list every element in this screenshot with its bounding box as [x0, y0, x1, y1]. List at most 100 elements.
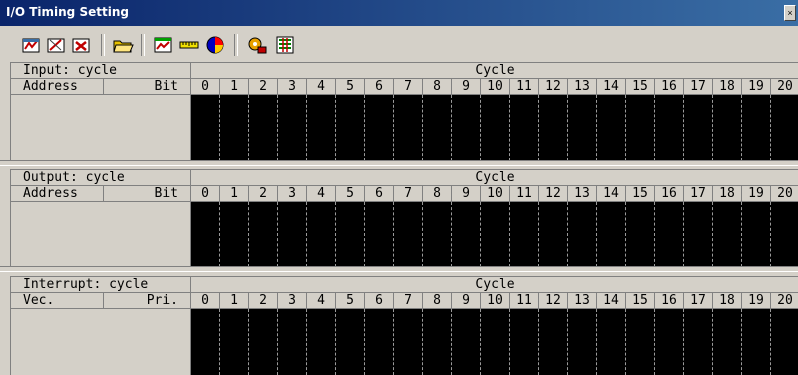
cycle-gridline	[248, 309, 249, 375]
output-bit-header[interactable]: Bit	[104, 186, 191, 202]
cycle-number-10: 10	[481, 293, 510, 309]
interrupt-icon[interactable]	[274, 34, 296, 56]
window-control-button[interactable]: ×	[784, 5, 796, 21]
cycle-number-5: 5	[336, 79, 365, 95]
new-input-icon[interactable]	[20, 34, 42, 56]
io-timing-window: I/O Timing Setting × Input: cycle Cycle …	[0, 0, 798, 375]
output-signal-list[interactable]	[11, 202, 191, 267]
cycle-number-17: 17	[684, 293, 713, 309]
cycle-number-1: 1	[220, 186, 249, 202]
cycle-gridline	[422, 95, 423, 161]
cycle-gridline	[770, 202, 771, 267]
interrupt-signal-list[interactable]	[11, 309, 191, 375]
toolbar	[0, 26, 798, 62]
interrupt-panel-title: Interrupt: cycle	[11, 277, 191, 293]
interrupt-timing-area[interactable]	[191, 309, 798, 375]
cycle-number-4: 4	[307, 293, 336, 309]
cycle-gridline	[567, 202, 568, 267]
cycle-gridline	[625, 309, 626, 375]
cycle-number-6: 6	[365, 293, 394, 309]
cycle-gridline	[422, 202, 423, 267]
cycle-number-19: 19	[742, 293, 771, 309]
input-panel-title: Input: cycle	[11, 63, 191, 79]
cycle-number-18: 18	[713, 79, 742, 95]
cycle-gridline	[596, 309, 597, 375]
input-address-header[interactable]: Address	[11, 79, 104, 95]
interrupt-vec-header[interactable]: Vec.	[11, 293, 104, 309]
cycle-number-8: 8	[423, 79, 452, 95]
edit-input-icon[interactable]	[45, 34, 67, 56]
cycle-gridline	[741, 202, 742, 267]
cycle-number-9: 9	[452, 186, 481, 202]
cycle-gridline	[219, 95, 220, 161]
cycle-gridline	[277, 309, 278, 375]
interrupt-pri-header[interactable]: Pri.	[104, 293, 191, 309]
open-folder-icon[interactable]	[112, 34, 134, 56]
cycle-number-20: 20	[771, 186, 798, 202]
cycle-gridline	[683, 202, 684, 267]
cycle-gridline	[335, 202, 336, 267]
cycle-number-13: 13	[568, 293, 597, 309]
input-timing-area[interactable]	[191, 95, 798, 161]
cycle-gridline	[654, 95, 655, 161]
cycle-number-5: 5	[336, 293, 365, 309]
cycle-number-12: 12	[539, 293, 568, 309]
cycle-gridline	[451, 95, 452, 161]
title-bar[interactable]: I/O Timing Setting ×	[0, 0, 798, 26]
cycle-gridline	[451, 202, 452, 267]
cycle-number-4: 4	[307, 186, 336, 202]
cycle-gridline	[480, 95, 481, 161]
output-timing-area[interactable]	[191, 202, 798, 267]
cycle-number-9: 9	[452, 293, 481, 309]
cycle-gridline	[248, 202, 249, 267]
output-panel-title: Output: cycle	[11, 170, 191, 186]
cycle-number-1: 1	[220, 79, 249, 95]
cycle-number-11: 11	[510, 79, 539, 95]
cycle-number-11: 11	[510, 186, 539, 202]
cycle-number-2: 2	[249, 186, 278, 202]
cycle-number-11: 11	[510, 293, 539, 309]
cycle-gridline	[509, 309, 510, 375]
cycle-number-2: 2	[249, 293, 278, 309]
cycle-gridline	[683, 309, 684, 375]
cycle-number-19: 19	[742, 79, 771, 95]
cycle-number-20: 20	[771, 293, 798, 309]
cycle-gridline	[683, 95, 684, 161]
cycle-number-13: 13	[568, 79, 597, 95]
cycle-gridline	[451, 309, 452, 375]
panel-splitter[interactable]	[0, 266, 798, 272]
panel-splitter[interactable]	[0, 160, 798, 166]
toolbar-separator	[141, 34, 145, 56]
cycle-number-7: 7	[394, 79, 423, 95]
cycle-gridline	[509, 202, 510, 267]
cycle-gridline	[335, 309, 336, 375]
chart-icon[interactable]	[152, 34, 174, 56]
window-title: I/O Timing Setting	[6, 5, 129, 19]
delete-input-icon[interactable]	[70, 34, 92, 56]
cycle-gridline	[712, 309, 713, 375]
cycle-number-17: 17	[684, 186, 713, 202]
cycle-gridline	[219, 309, 220, 375]
ruler-icon[interactable]	[178, 34, 200, 56]
cycle-number-12: 12	[539, 79, 568, 95]
cycle-gridline	[625, 202, 626, 267]
cycle-number-15: 15	[626, 186, 655, 202]
cycle-gridline	[596, 202, 597, 267]
cycle-gridline	[277, 202, 278, 267]
settings-icon[interactable]	[246, 34, 268, 56]
input-signal-list[interactable]	[11, 95, 191, 161]
cycle-number-20: 20	[771, 79, 798, 95]
cycle-number-6: 6	[365, 186, 394, 202]
cycle-number-13: 13	[568, 186, 597, 202]
cycle-gridline	[364, 202, 365, 267]
cycle-gridline	[567, 309, 568, 375]
cycle-number-18: 18	[713, 186, 742, 202]
cycle-gridline	[248, 95, 249, 161]
cycle-gridline	[335, 95, 336, 161]
interrupt-cycle-header: Cycle	[191, 277, 798, 293]
input-bit-header[interactable]: Bit	[104, 79, 191, 95]
cycle-number-12: 12	[539, 186, 568, 202]
cycle-number-16: 16	[655, 186, 684, 202]
pie-chart-icon[interactable]	[204, 34, 226, 56]
output-address-header[interactable]: Address	[11, 186, 104, 202]
